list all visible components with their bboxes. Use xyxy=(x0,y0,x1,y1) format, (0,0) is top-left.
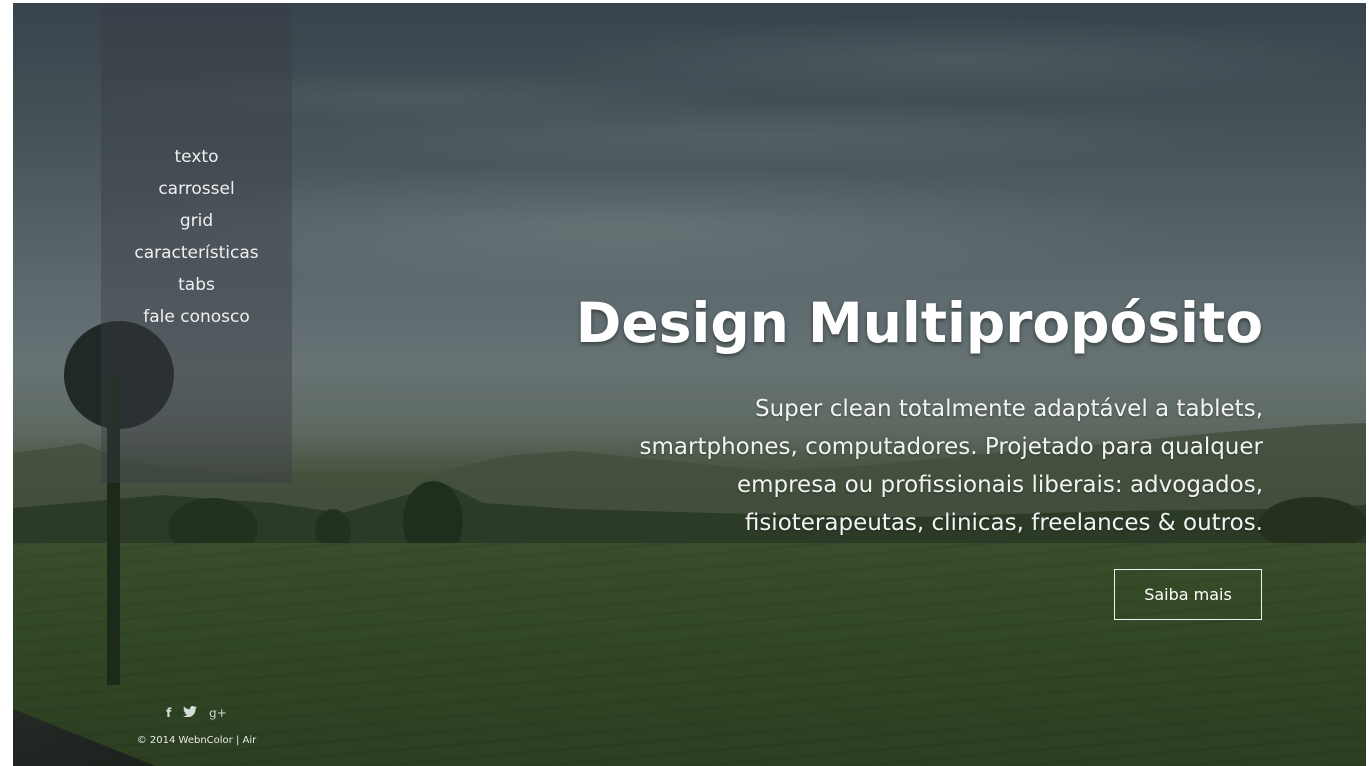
facebook-icon[interactable]: f xyxy=(166,706,171,720)
social-links: f g+ xyxy=(101,706,292,720)
hero-description: Super clean totalmente adaptável a table… xyxy=(639,396,1263,536)
copyright-text: © 2014 WebnColor | Air xyxy=(136,735,257,746)
nav-item-grid[interactable]: grid xyxy=(101,205,292,237)
nav-item-tabs[interactable]: tabs xyxy=(101,269,292,301)
hero-title: Design Multipropósito xyxy=(575,291,1263,355)
nav-item-fale-conosco[interactable]: fale conosco xyxy=(101,301,292,333)
google-plus-icon[interactable]: g+ xyxy=(209,706,227,720)
nav-item-caracteristicas[interactable]: características xyxy=(101,237,292,269)
page-frame: texto carrossel grid características tab… xyxy=(13,3,1366,766)
twitter-icon[interactable] xyxy=(183,706,198,720)
saiba-mais-button[interactable]: Saiba mais xyxy=(1114,569,1262,620)
main-nav: texto carrossel grid características tab… xyxy=(101,141,292,333)
nav-item-texto[interactable]: texto xyxy=(101,141,292,173)
nav-item-carrossel[interactable]: carrossel xyxy=(101,173,292,205)
